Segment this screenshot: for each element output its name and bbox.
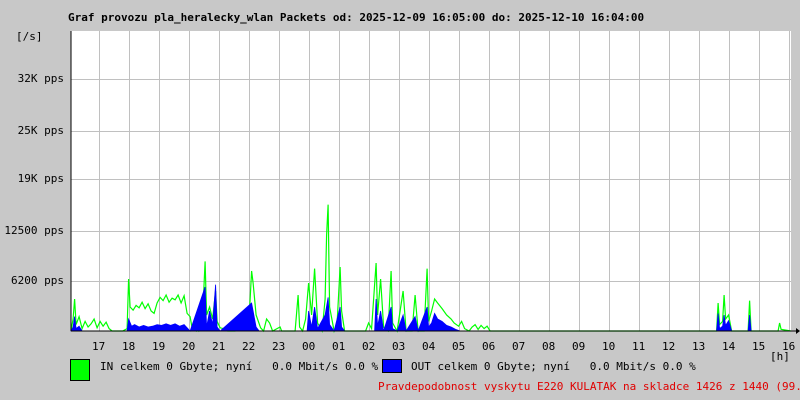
y-tick-label: 32K pps <box>17 72 64 85</box>
x-tick-label: 09 <box>571 340 586 353</box>
x-tick-label: 17 <box>91 340 106 353</box>
plot-area <box>71 31 791 331</box>
x-tick-label: 05 <box>451 340 466 353</box>
x-tick-label: 10 <box>601 340 616 353</box>
x-tick-label: 14 <box>721 340 736 353</box>
x-axis-arrow <box>796 328 800 334</box>
legend-in-label: IN celkem 0 Gbyte; nyní 0.0 Mbit/s 0.0 % <box>100 360 379 373</box>
x-tick-label: 15 <box>751 340 766 353</box>
x-tick-label: 20 <box>181 340 196 353</box>
x-tick-label: 04 <box>421 340 436 353</box>
y-unit-label: [/s] <box>16 30 43 43</box>
x-tick-label: 13 <box>691 340 706 353</box>
y-tick-label: 12500 pps <box>4 224 64 237</box>
legend-out-swatch <box>382 359 402 373</box>
x-tick-label: 23 <box>271 340 286 353</box>
legend-in-swatch <box>70 359 90 381</box>
footer-note: Pravdepodobnost vyskytu E220 KULATAK na … <box>378 380 800 393</box>
legend-out-label: OUT celkem 0 Gbyte; nyní 0.0 Mbit/s 0.0 … <box>411 360 696 373</box>
y-tick-label: 6200 pps <box>11 274 64 288</box>
x-tick-label: 00 <box>301 340 316 353</box>
x-tick-label: 03 <box>391 340 406 353</box>
x-tick-label: 18 <box>121 340 136 353</box>
x-tick-label: 12 <box>661 340 676 353</box>
y-tick-label: 25K pps <box>17 124 64 137</box>
x-tick-label: 22 <box>241 340 256 353</box>
x-tick-label: 01 <box>331 340 346 353</box>
x-tick-label: 11 <box>631 340 646 353</box>
y-tick-label: 19K pps <box>17 172 64 185</box>
x-tick-label: 02 <box>361 340 376 353</box>
x-tick-label: 07 <box>511 340 526 353</box>
x-tick-label: 08 <box>541 340 556 353</box>
x-tick-label: 19 <box>151 340 166 353</box>
chart-title: Graf provozu pla_heralecky_wlan Packets … <box>68 11 645 24</box>
x-tick-label: 21 <box>211 340 226 353</box>
x-tick-label: 16 <box>781 340 796 353</box>
x-tick-label: 06 <box>481 340 496 353</box>
